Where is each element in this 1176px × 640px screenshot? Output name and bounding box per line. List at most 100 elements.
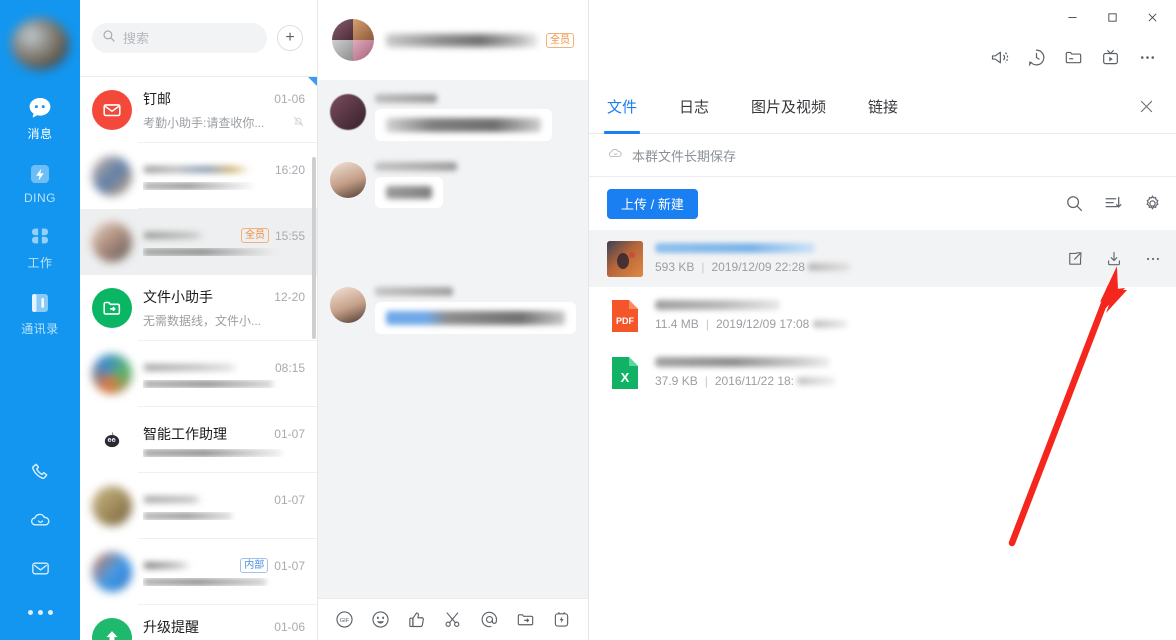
ding-bolt-icon[interactable] <box>544 601 580 639</box>
more-dots-icon[interactable] <box>1144 250 1162 268</box>
file-list-item-pdf[interactable]: PDF 11.4 MB | 2019/12/09 17:08 <box>589 287 1176 344</box>
download-icon[interactable] <box>1105 250 1123 268</box>
open-external-icon[interactable] <box>1066 250 1084 268</box>
settings-gear-icon[interactable] <box>1143 194 1162 213</box>
avatar <box>92 156 132 196</box>
chat-list-item[interactable]: 16:20 <box>80 143 317 209</box>
chat-item-time: 01-06 <box>274 92 305 106</box>
file-name <box>655 300 780 310</box>
chat-item-title: 升级提醒 <box>143 619 199 635</box>
chat-list-item[interactable]: 01-07 <box>80 473 317 539</box>
chat-item-preview: 无需数据线，文件小... <box>143 314 262 328</box>
minimize-button[interactable] <box>1052 2 1092 32</box>
file-info: 11.4 MB | 2019/12/09 17:08 <box>655 300 1162 331</box>
at-mention-icon[interactable] <box>471 601 507 639</box>
svg-text:X: X <box>621 370 630 385</box>
chat-list-item-file-assistant[interactable]: 文件小助手 12-20 无需数据线，文件小... <box>80 275 317 341</box>
message-list <box>318 80 588 598</box>
tab-files[interactable]: 文件 <box>603 80 641 134</box>
chat-item-title <box>143 165 269 174</box>
chat-item-content: 升级提醒 01-06 新功能介绍｜新视频 <box>143 617 305 640</box>
tab-label: 日志 <box>679 99 710 116</box>
file-list[interactable]: 593 KB | 2019/12/09 22:28 PDF 11.4 MB | … <box>589 230 1176 640</box>
more-dots-icon[interactable] <box>0 592 80 632</box>
cloud-icon[interactable] <box>0 496 80 544</box>
chat-list-item[interactable]: 08:15 <box>80 341 317 407</box>
chat-list-item-dingmail[interactable]: 钉邮 01-06 考勤小助手:请查收你... <box>80 77 317 143</box>
file-row-actions <box>1066 250 1162 268</box>
message-bubble[interactable] <box>375 302 576 334</box>
chat-item-content: 16:20 <box>143 163 305 190</box>
live-tv-icon[interactable] <box>1100 47 1121 68</box>
chat-list-item-smart-assistant[interactable]: 智能工作助理 01-07 <box>80 407 317 473</box>
chat-list-item-selected[interactable]: 全员 15:55 <box>80 209 317 275</box>
chat-item-time: 01-07 <box>274 426 305 441</box>
chat-list[interactable]: 钉邮 01-06 考勤小助手:请查收你... 16:20 全员 15:55 文件… <box>80 76 317 640</box>
search-icon[interactable] <box>1065 194 1084 213</box>
group-avatar[interactable] <box>332 19 374 61</box>
message-text <box>386 186 432 199</box>
file-uploader <box>797 377 836 385</box>
file-list-item-image[interactable]: 593 KB | 2019/12/09 22:28 <box>589 230 1176 287</box>
avatar <box>92 222 132 262</box>
message-bubble[interactable] <box>375 177 443 208</box>
message-sender <box>375 94 437 103</box>
history-clock-icon[interactable] <box>1026 47 1047 68</box>
file-retention-text: 本群文件长期保存 <box>632 148 737 164</box>
message-bubble[interactable] <box>375 109 552 141</box>
message-body <box>375 162 576 213</box>
search-icon <box>102 29 116 48</box>
svg-text:GIF: GIF <box>339 618 349 624</box>
file-list-item-excel[interactable]: X 37.9 KB | 2016/11/22 18: <box>589 344 1176 401</box>
gif-icon[interactable]: GIF <box>326 601 362 639</box>
rail-item-messages[interactable]: 消息 <box>0 86 80 148</box>
conversation-header-actions <box>589 34 1176 80</box>
avatar[interactable] <box>330 287 366 323</box>
message-icon <box>26 94 54 122</box>
emoji-icon[interactable] <box>362 601 398 639</box>
thumbs-up-icon[interactable] <box>399 601 435 639</box>
file-type-icon-pdf: PDF <box>607 298 643 334</box>
internal-badge: 内部 <box>240 558 269 573</box>
add-chat-button[interactable]: + <box>277 25 303 51</box>
chat-list-item-upgrade[interactable]: 升级提醒 01-06 新功能介绍｜新视频 <box>80 605 317 640</box>
chat-list-scrollbar[interactable] <box>312 157 316 339</box>
plus-icon: + <box>285 29 295 46</box>
conversation-title <box>386 33 538 47</box>
sort-icon[interactable] <box>1104 194 1123 213</box>
avatar <box>92 618 132 640</box>
chat-item-preview: 考勤小助手:请查收你... <box>143 116 265 130</box>
rail-item-ding[interactable]: DING <box>0 152 80 211</box>
close-icon[interactable] <box>1132 93 1160 121</box>
file-date: 2019/12/09 22:28 <box>711 260 805 274</box>
rail-item-contacts[interactable]: 通讯录 <box>0 281 80 343</box>
phone-icon[interactable] <box>0 448 80 496</box>
tab-images-videos[interactable]: 图片及视频 <box>751 80 826 134</box>
megaphone-icon[interactable] <box>989 47 1010 68</box>
close-button[interactable] <box>1132 2 1172 32</box>
user-avatar[interactable] <box>11 18 69 70</box>
message-body <box>375 287 576 339</box>
maximize-button[interactable] <box>1092 2 1132 32</box>
tab-links[interactable]: 链接 <box>868 80 898 134</box>
ding-icon <box>26 160 54 188</box>
search-input-wrapper[interactable] <box>92 23 267 53</box>
mail-icon[interactable] <box>0 544 80 592</box>
more-dots-icon[interactable] <box>1137 47 1158 68</box>
tab-label: 文件 <box>607 99 638 116</box>
avatar[interactable] <box>330 94 366 130</box>
chat-item-content: 钉邮 01-06 考勤小助手:请查收你... <box>143 89 305 131</box>
file-type-icon-excel: X <box>607 355 643 391</box>
upload-new-button[interactable]: 上传 / 新建 <box>607 188 698 219</box>
chat-item-time: 01-07 <box>274 558 305 573</box>
chat-list-item[interactable]: 内部 01-07 <box>80 539 317 605</box>
chat-item-title <box>143 363 269 372</box>
tab-logs[interactable]: 日志 <box>679 80 709 134</box>
search-input[interactable] <box>123 30 257 46</box>
rail-item-work[interactable]: 工作 <box>0 215 80 277</box>
scissors-icon[interactable] <box>435 601 471 639</box>
file-uploader <box>813 320 848 328</box>
send-folder-icon[interactable] <box>507 601 543 639</box>
avatar[interactable] <box>330 162 366 198</box>
folder-icon[interactable] <box>1063 47 1084 68</box>
